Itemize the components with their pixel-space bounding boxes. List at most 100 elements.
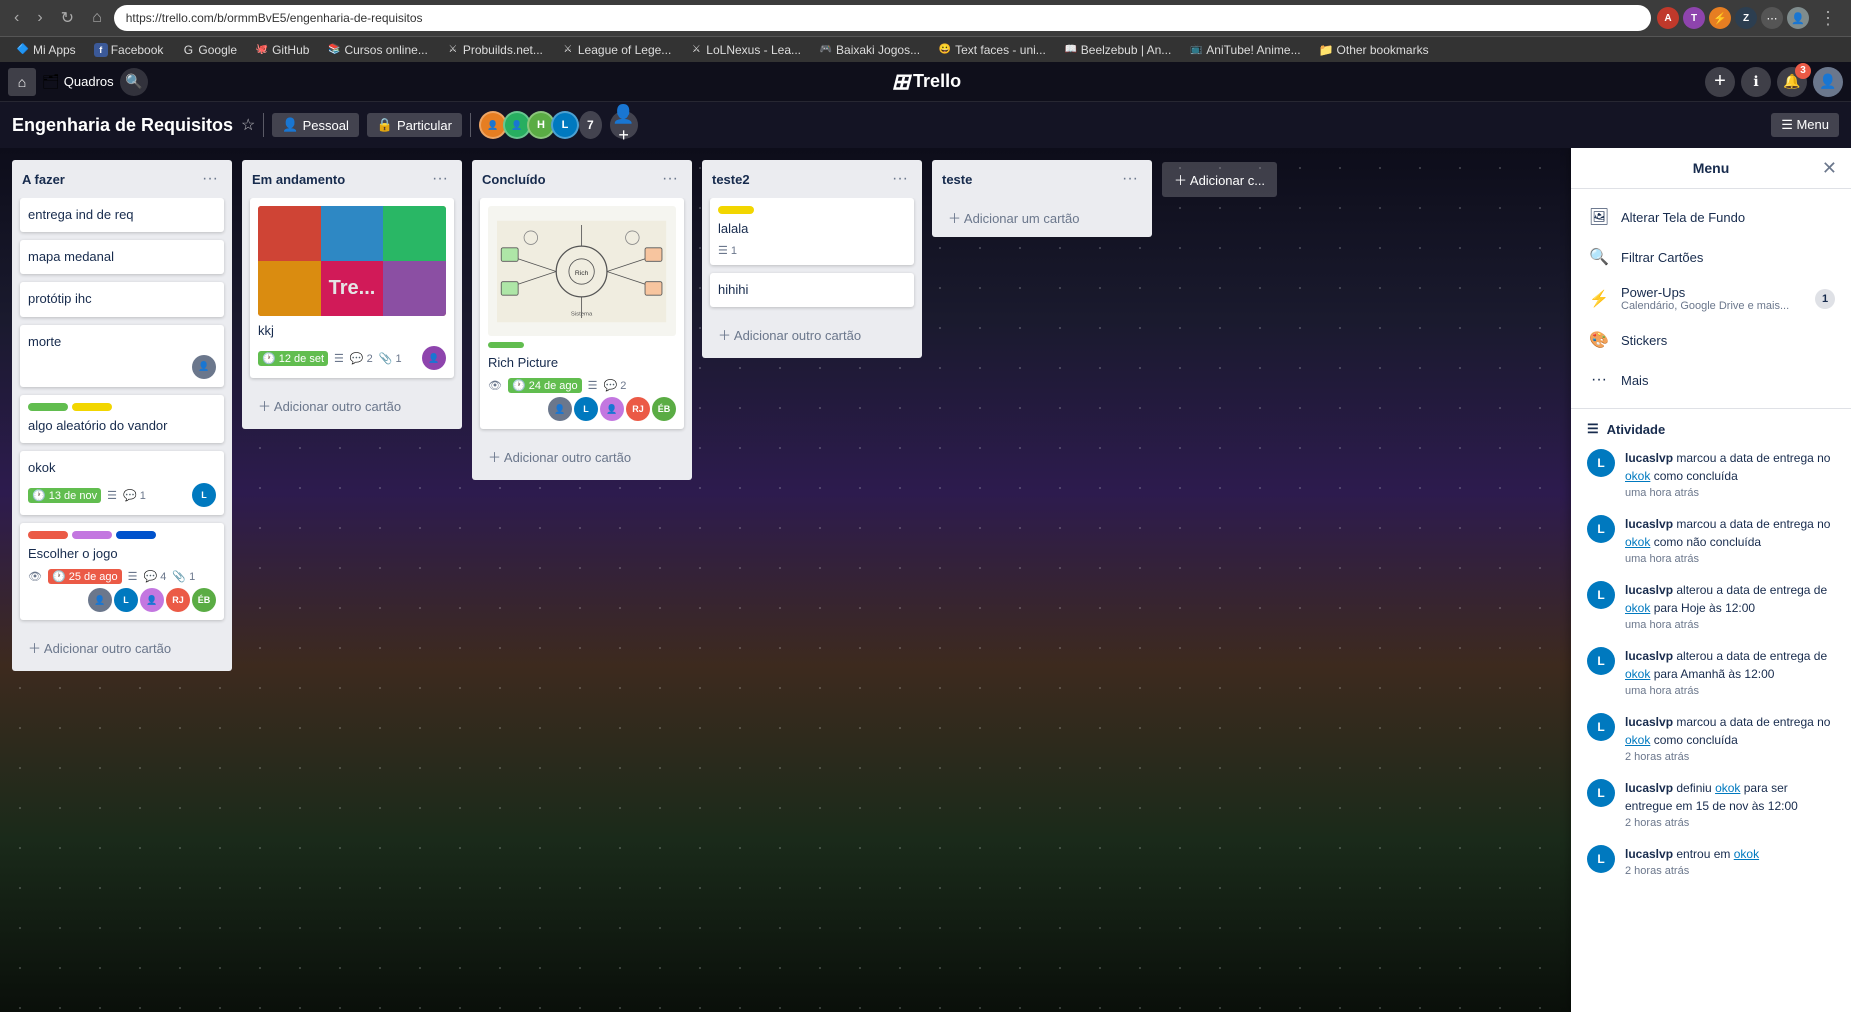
home-button[interactable]: ⌂ <box>86 7 108 29</box>
activity-link-7[interactable]: okok <box>1734 847 1759 861</box>
powerups-count: 1 <box>1815 289 1835 309</box>
comment-kkj: 💬 2 <box>350 352 373 365</box>
list-menu-btn-em-andamento[interactable]: ··· <box>428 168 452 190</box>
card-escolher[interactable]: Escolher o jogo 👁 🕐 25 de ago ☰ 💬 4 📎 1 … <box>20 523 224 620</box>
activity-item-7: L lucaslvp entrou em okok 2 horas atrás <box>1587 845 1835 877</box>
list-menu-btn-teste[interactable]: ··· <box>1118 168 1142 190</box>
list-title-a-fazer: A fazer <box>22 172 65 187</box>
add-card-btn-a-fazer[interactable]: ＋ Adicionar outro cartão <box>20 632 224 663</box>
activity-link-4[interactable]: okok <box>1625 667 1650 681</box>
card-rich-picture[interactable]: Rich Sistema Rich Picture 👁 🕐 24 de ago … <box>480 198 684 429</box>
add-card-btn-concluido[interactable]: ＋ Adicionar outro cartão <box>480 441 684 472</box>
bookmark-github[interactable]: 🐙GitHub <box>247 41 317 59</box>
card-lalala[interactable]: lalala ☰ 1 <box>710 198 914 265</box>
rm3: 👤 <box>600 397 624 421</box>
label-red <box>28 531 68 539</box>
bookmark-other[interactable]: 📁Other bookmarks <box>1311 41 1437 59</box>
menu-item-background[interactable]: 🖼 Alterar Tela de Fundo <box>1571 197 1851 237</box>
activity-link-3[interactable]: okok <box>1625 601 1650 615</box>
trello-topbar: ⌂ 🗂 Quadros 🔍 ⊞ Trello + ℹ 🔔 3 👤 <box>0 62 1851 102</box>
extension-icon-2[interactable]: T <box>1683 7 1705 29</box>
extension-icon-3[interactable]: ⚡ <box>1709 7 1731 29</box>
bookmark-lolnexus[interactable]: ⚔LoLNexus - Lea... <box>681 41 809 59</box>
bookmark-apps[interactable]: 🔷Mi Apps <box>8 41 84 59</box>
list-a-fazer: A fazer ··· entrega ind de req mapa meda… <box>12 160 232 671</box>
menu-item-more[interactable]: ··· Mais <box>1571 360 1851 400</box>
extension-icon-5[interactable]: ⋯ <box>1761 7 1783 29</box>
menu-item-powerups[interactable]: ⚡ Power-Ups Calendário, Google Drive e m… <box>1571 277 1851 320</box>
bookmark-baixaki[interactable]: 🎮Baixaki Jogos... <box>811 41 928 59</box>
bookmark-google[interactable]: GGoogle <box>173 41 245 59</box>
comment-rich: 💬 2 <box>604 379 627 392</box>
list-cards-concluido: Rich Sistema Rich Picture 👁 🕐 24 de ago … <box>472 198 692 437</box>
menu-item-bg-label: Alterar Tela de Fundo <box>1621 210 1745 225</box>
browser-menu-button[interactable]: ⋮ <box>1813 6 1843 31</box>
activity-link-5[interactable]: okok <box>1625 733 1650 747</box>
label-green <box>28 403 68 411</box>
card-morte[interactable]: morte 👤 <box>20 325 224 387</box>
header-sep-2 <box>470 113 471 137</box>
member-count-btn[interactable]: 7 <box>579 111 602 139</box>
forward-button[interactable]: › <box>31 7 48 29</box>
extension-icon-1[interactable]: A <box>1657 7 1679 29</box>
reload-button[interactable]: ↻ <box>55 6 80 30</box>
bookmark-textfaces[interactable]: 😀Text faces - uni... <box>930 41 1054 59</box>
bookmark-beelzebub[interactable]: 📖Beelzebub | An... <box>1056 41 1180 59</box>
quadros-tab[interactable]: 🗂 Quadros <box>42 73 114 90</box>
activity-section: ☰Atividade L lucaslvp marcou a data de e… <box>1571 409 1851 1012</box>
menu-close-button[interactable]: ✕ <box>1816 156 1843 181</box>
card-algo[interactable]: algo aleatório do vandor <box>20 395 224 443</box>
activity-link-2[interactable]: okok <box>1625 535 1650 549</box>
bookmark-anitube[interactable]: 📺AniTube! Anime... <box>1181 41 1308 59</box>
notifications-button[interactable]: 🔔 3 <box>1777 67 1807 97</box>
card-mapa[interactable]: mapa medanal <box>20 240 224 274</box>
bookmark-facebook[interactable]: fFacebook <box>86 41 172 59</box>
card-entrega[interactable]: entrega ind de req <box>20 198 224 232</box>
list-menu-btn-a-fazer[interactable]: ··· <box>198 168 222 190</box>
list-cards-teste: ＋ Adicionar um cartão <box>932 198 1152 237</box>
powerups-icon: ⚡ <box>1587 287 1611 311</box>
search-button[interactable]: 🔍 <box>120 68 148 96</box>
add-card-btn-teste2[interactable]: ＋ Adicionar outro cartão <box>710 319 914 350</box>
menu-item-stickers[interactable]: 🎨 Stickers <box>1571 320 1851 360</box>
card-image-kkj: Tre... <box>258 206 446 316</box>
activity-link-6[interactable]: okok <box>1715 781 1740 795</box>
list-menu-btn-teste2[interactable]: ··· <box>888 168 912 190</box>
rich-picture-img: Rich Sistema <box>488 206 676 336</box>
add-list-button[interactable]: ＋ Adicionar c... <box>1162 162 1277 197</box>
add-button[interactable]: + <box>1705 67 1735 97</box>
activity-avatar-7: L <box>1587 845 1615 873</box>
member-avatar-l[interactable]: L <box>551 111 579 139</box>
card-prototip[interactable]: protótip ihc <box>20 282 224 316</box>
card-kkj[interactable]: Tre... kkj 🕐 12 de set ☰ 💬 2 📎 1 👤 <box>250 198 454 378</box>
card-meta-rich: 👁 🕐 24 de ago ☰ 💬 2 <box>488 378 676 393</box>
card-okok[interactable]: okok 🕐 13 de nov ☰ 💬 1 L <box>20 451 224 515</box>
address-bar[interactable] <box>114 5 1651 31</box>
add-card-btn-teste-inline[interactable]: ＋ Adicionar um cartão <box>940 202 1144 233</box>
bookmark-cursos[interactable]: 📚Cursos online... <box>319 41 435 59</box>
add-member-button[interactable]: 👤+ <box>610 111 638 139</box>
card-hihihi[interactable]: hihihi <box>710 273 914 307</box>
checklist-escolher: ☰ <box>128 570 138 583</box>
bookmark-league[interactable]: ⚔League of Lege... <box>553 41 679 59</box>
filter-icon: 🔍 <box>1587 245 1611 269</box>
add-card-btn-em-andamento[interactable]: ＋ Adicionar outro cartão <box>250 390 454 421</box>
list-header-concluido: Concluído ··· <box>472 160 692 198</box>
back-button[interactable]: ‹ <box>8 7 25 29</box>
info-button[interactable]: ℹ <box>1741 67 1771 97</box>
board-title: Engenharia de Requisitos <box>12 115 233 136</box>
home-icon[interactable]: ⌂ <box>8 68 36 96</box>
extension-icon-4[interactable]: Z <box>1735 7 1757 29</box>
lock-button[interactable]: 🔒Particular <box>367 113 462 137</box>
visibility-button[interactable]: 👤Pessoal <box>272 113 358 137</box>
list-footer-a-fazer: ＋ Adicionar outro cartão <box>12 628 232 671</box>
menu-item-filter[interactable]: 🔍 Filtrar Cartões <box>1571 237 1851 277</box>
activity-link-1[interactable]: okok <box>1625 469 1650 483</box>
star-button[interactable]: ☆ <box>241 115 255 135</box>
list-menu-btn-concluido[interactable]: ··· <box>658 168 682 190</box>
user-menu-button[interactable]: 👤 <box>1813 67 1843 97</box>
user-avatar-icon[interactable]: 👤 <box>1787 7 1809 29</box>
bookmark-probuilds[interactable]: ⚔Probuilds.net... <box>438 41 551 59</box>
list-header-em-andamento: Em andamento ··· <box>242 160 462 198</box>
menu-button[interactable]: ☰ Menu <box>1771 113 1839 137</box>
